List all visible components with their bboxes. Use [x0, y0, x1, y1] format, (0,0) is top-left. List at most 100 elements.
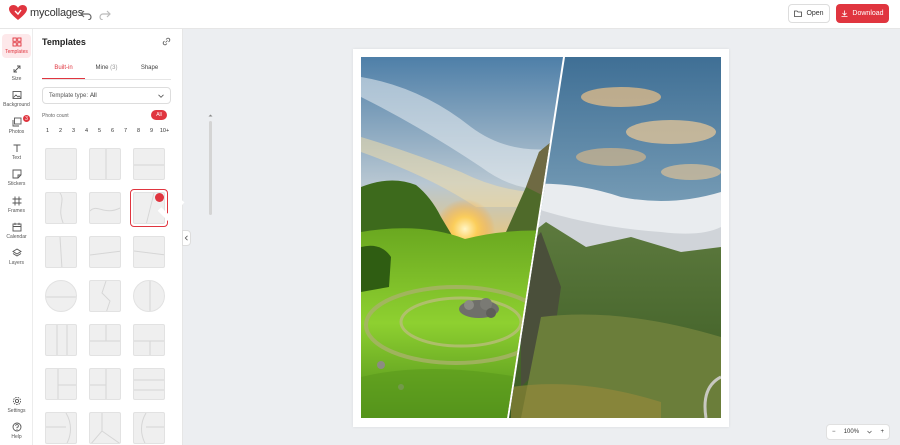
photo-count-2[interactable]: 2 — [55, 128, 66, 134]
zoom-control: − 100% + — [826, 424, 890, 440]
photo-count-label: Photo count — [42, 113, 69, 119]
zoom-in-button[interactable]: + — [880, 429, 884, 435]
template-thumb[interactable] — [86, 145, 124, 183]
rail-item-size[interactable]: Size — [2, 61, 31, 85]
template-thumb[interactable] — [130, 409, 168, 445]
calendar-icon — [12, 222, 21, 232]
sticker-icon — [12, 169, 21, 179]
template-thumb[interactable] — [86, 277, 124, 315]
template-thumb[interactable] — [42, 365, 80, 403]
template-thumb[interactable] — [130, 145, 168, 183]
rail-item-settings[interactable]: Settings — [2, 393, 31, 417]
collage-canvas[interactable] — [353, 49, 729, 427]
photo-count-6[interactable]: 6 — [107, 128, 118, 134]
template-tabs: Built-in Mine (3) Shape — [42, 65, 171, 80]
left-rail: Templates Size Background Photos 3 Text … — [0, 29, 33, 445]
template-thumb[interactable] — [130, 277, 168, 315]
rail-label: Help — [11, 434, 22, 440]
tab-shape[interactable]: Shape — [128, 65, 171, 79]
panel-scrollbar[interactable] — [209, 121, 212, 215]
photo-count-10-plus[interactable]: 10+ — [159, 128, 170, 134]
open-label: Open — [806, 10, 824, 17]
redo-icon[interactable] — [99, 8, 111, 20]
help-icon — [12, 422, 21, 432]
template-thumb[interactable] — [42, 409, 80, 445]
rail-label: Settings — [7, 408, 26, 414]
logo[interactable]: mycollages — [9, 5, 83, 21]
template-thumb[interactable] — [42, 321, 80, 359]
template-thumb[interactable] — [42, 277, 80, 315]
rail-item-frames[interactable]: Frames — [2, 193, 31, 217]
photo-count-8[interactable]: 8 — [133, 128, 144, 134]
scroll-up-icon[interactable] — [208, 113, 213, 118]
rail-item-photos[interactable]: Photos 3 — [2, 114, 31, 138]
download-icon — [841, 10, 848, 17]
resize-icon — [13, 65, 20, 73]
chevron-down-icon[interactable] — [867, 430, 873, 434]
photos-icon — [12, 117, 21, 127]
template-thumb-selected[interactable] — [130, 189, 185, 227]
template-type-label: Template type: — [49, 92, 89, 99]
zoom-out-button[interactable]: − — [832, 429, 836, 435]
link-icon[interactable] — [162, 37, 171, 46]
template-type-select[interactable]: Template type: All — [42, 87, 171, 104]
chevron-down-icon — [158, 94, 164, 98]
rail-label: Background — [3, 102, 30, 108]
template-thumb[interactable] — [42, 189, 80, 227]
check-icon — [155, 193, 185, 222]
rail-label: Stickers — [7, 181, 26, 187]
zoom-level[interactable]: 100% — [844, 429, 859, 435]
photo-count-options: 1 2 3 4 5 6 7 8 9 10+ — [42, 128, 170, 134]
rail-item-templates[interactable]: Templates — [2, 34, 31, 58]
collapse-panel-button[interactable] — [182, 230, 191, 246]
photos-badge: 3 — [23, 115, 30, 122]
template-thumb[interactable] — [130, 365, 168, 403]
rail-label: Size — [11, 76, 22, 82]
tab-mine[interactable]: Mine (3) — [85, 65, 128, 79]
rail-item-calendar[interactable]: Calendar — [2, 219, 31, 243]
open-button[interactable]: Open — [788, 4, 830, 23]
tab-built-in[interactable]: Built-in — [42, 65, 85, 79]
collage-photos — [361, 57, 721, 418]
rail-label: Layers — [8, 260, 24, 266]
template-thumb[interactable] — [86, 321, 124, 359]
folder-icon — [794, 10, 803, 17]
undo-icon[interactable] — [80, 8, 92, 20]
template-thumb[interactable] — [130, 321, 168, 359]
template-thumb[interactable] — [86, 189, 124, 227]
photo-count-1[interactable]: 1 — [42, 128, 53, 134]
download-label: Download — [852, 10, 884, 17]
template-type-value: All — [90, 92, 97, 99]
text-icon — [13, 144, 20, 152]
rail-item-background[interactable]: Background — [2, 87, 31, 111]
template-thumb[interactable] — [42, 233, 80, 271]
grid-icon — [12, 37, 21, 47]
template-thumb[interactable] — [86, 409, 124, 445]
rail-label: Templates — [5, 49, 28, 55]
photo-count-4[interactable]: 4 — [81, 128, 92, 134]
rail-item-help[interactable]: Help — [2, 419, 31, 443]
image-icon — [12, 91, 21, 99]
photo-count-3[interactable]: 3 — [68, 128, 79, 134]
rail-label: Frames — [8, 208, 25, 214]
photo-count-all-button[interactable]: All — [151, 110, 167, 120]
rail-label: Text — [11, 155, 22, 161]
rail-item-text[interactable]: Text — [2, 140, 31, 164]
logo-text: mycollages — [30, 7, 84, 19]
template-thumb[interactable] — [130, 233, 168, 271]
rail-label: Calendar — [6, 234, 27, 240]
photo-count-7[interactable]: 7 — [120, 128, 131, 134]
download-button[interactable]: Download — [836, 4, 889, 23]
template-thumb[interactable] — [86, 233, 124, 271]
rail-item-stickers[interactable]: Stickers — [2, 166, 31, 190]
layers-icon — [11, 248, 22, 257]
heart-logo-icon — [9, 5, 27, 20]
gear-icon — [12, 396, 21, 406]
template-thumb[interactable] — [42, 145, 80, 183]
photo-count-5[interactable]: 5 — [94, 128, 105, 134]
photo-count-9[interactable]: 9 — [146, 128, 157, 134]
rail-item-layers[interactable]: Layers — [2, 245, 31, 269]
chevron-left-icon — [184, 235, 188, 241]
template-thumb[interactable] — [86, 365, 124, 403]
top-bar: mycollages Open Download — [0, 0, 900, 29]
